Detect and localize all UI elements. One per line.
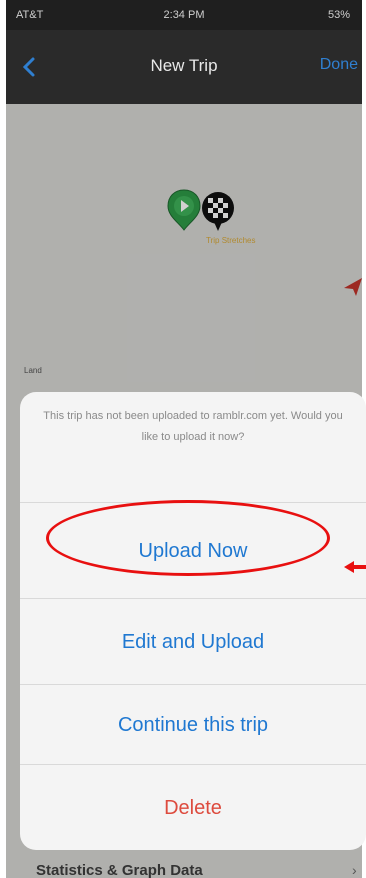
chevron-right-icon: ›	[352, 862, 357, 878]
annotation-arrow-icon	[344, 560, 366, 579]
upload-action-sheet: This trip has not been uploaded to rambl…	[20, 392, 366, 850]
done-button[interactable]: Done	[320, 56, 358, 74]
navigation-bar: New Trip Done	[6, 30, 362, 104]
page-title: New Trip	[150, 56, 218, 75]
edit-and-upload-button[interactable]: Edit and Upload	[20, 598, 366, 685]
annotation-ellipse	[46, 500, 330, 576]
continue-trip-button[interactable]: Continue this trip	[20, 684, 366, 765]
statistics-row-label: Statistics & Graph Data	[36, 862, 203, 878]
delete-button[interactable]: Delete	[20, 764, 366, 850]
status-time: 2:34 PM	[163, 9, 205, 21]
status-bar: AT&T 2:34 PM 53%	[6, 0, 362, 30]
sheet-message: This trip has not been uploaded to rambl…	[43, 410, 343, 443]
battery-label: 53%	[327, 9, 350, 21]
